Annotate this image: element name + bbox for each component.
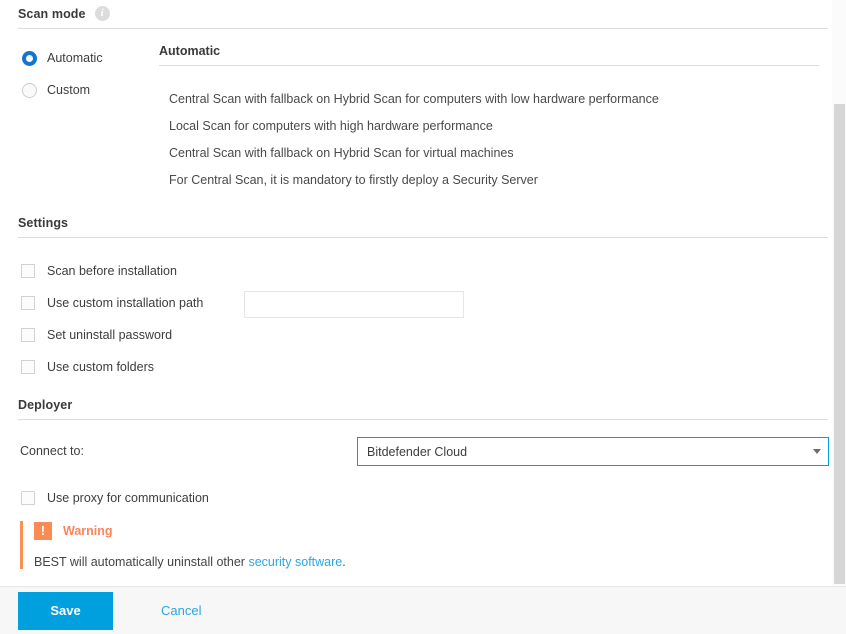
radio-custom-label: Custom <box>47 83 91 97</box>
connect-to-select[interactable]: Bitdefender Cloud <box>357 437 829 466</box>
checkbox-label: Set uninstall password <box>47 328 173 342</box>
scan-mode-description-panel: Automatic Central Scan with fallback on … <box>159 44 819 194</box>
form-footer: Save Cancel <box>0 586 846 634</box>
radio-option-custom[interactable]: Custom <box>22 76 152 104</box>
connect-to-label: Connect to: <box>20 444 84 458</box>
description-item: Central Scan with fallback on Hybrid Sca… <box>169 146 514 160</box>
description-item: For Central Scan, it is mandatory to fir… <box>169 173 538 187</box>
warning-banner: ! Warning BEST will automatically uninst… <box>20 521 520 569</box>
connect-to-selected-value: Bitdefender Cloud <box>367 444 468 459</box>
checkbox-scan-before-installation[interactable]: Scan before installation <box>21 260 821 282</box>
checkbox-indicator <box>21 264 35 278</box>
checkbox-set-uninstall-password[interactable]: Set uninstall password <box>21 324 821 346</box>
scan-mode-description-list: Central Scan with fallback on Hybrid Sca… <box>159 86 819 194</box>
settings-body: Scan before installation Use custom inst… <box>21 260 821 388</box>
save-button[interactable]: Save <box>18 591 113 630</box>
radio-option-automatic[interactable]: Automatic <box>22 44 152 72</box>
installation-packages-form: Scan mode i Automatic Custom Automatic C… <box>0 0 846 634</box>
checkbox-use-custom-folders[interactable]: Use custom folders <box>21 356 821 378</box>
cancel-button[interactable]: Cancel <box>161 603 201 618</box>
radio-custom-indicator <box>22 82 37 98</box>
chevron-down-icon <box>806 449 828 454</box>
form-scroll-area: Scan mode i Automatic Custom Automatic C… <box>0 0 846 586</box>
checkbox-label: Use custom installation path <box>47 296 204 310</box>
warning-text-after: . <box>342 555 346 569</box>
checkbox-label: Scan before installation <box>47 264 177 278</box>
settings-title: Settings <box>18 216 69 230</box>
warning-title: Warning <box>63 524 113 538</box>
custom-installation-path-input[interactable] <box>244 291 464 318</box>
info-icon[interactable]: i <box>94 6 110 21</box>
deployer-section-header: Deployer <box>18 398 828 420</box>
checkbox-label: Use proxy for communication <box>47 491 209 505</box>
warning-text-before: BEST will automatically uninstall other <box>34 555 249 569</box>
scan-mode-radio-group: Automatic Custom <box>22 44 152 104</box>
radio-automatic-label: Automatic <box>47 51 103 65</box>
exclamation-icon: ! <box>34 522 52 540</box>
vertical-scrollbar-track[interactable] <box>832 0 846 586</box>
radio-automatic-indicator <box>22 50 37 66</box>
scan-mode-section-header: Scan mode i <box>18 6 828 29</box>
scan-mode-title: Scan mode <box>18 6 86 21</box>
checkbox-indicator <box>21 296 35 310</box>
warning-message: BEST will automatically uninstall other … <box>34 555 520 569</box>
security-software-link[interactable]: security software <box>248 555 342 569</box>
settings-section-header: Settings <box>18 216 828 238</box>
description-item: Local Scan for computers with high hardw… <box>169 119 493 133</box>
warning-header: ! Warning <box>34 521 520 541</box>
checkbox-use-proxy-for-communication[interactable]: Use proxy for communication <box>21 487 209 509</box>
checkbox-indicator <box>21 491 35 505</box>
checkbox-indicator <box>21 360 35 374</box>
scan-mode-description-title: Automatic <box>159 44 819 66</box>
checkbox-label: Use custom folders <box>47 360 154 374</box>
description-item: Central Scan with fallback on Hybrid Sca… <box>169 92 659 106</box>
deployer-title: Deployer <box>18 398 73 412</box>
checkbox-indicator <box>21 328 35 342</box>
vertical-scrollbar-thumb[interactable] <box>834 104 845 584</box>
